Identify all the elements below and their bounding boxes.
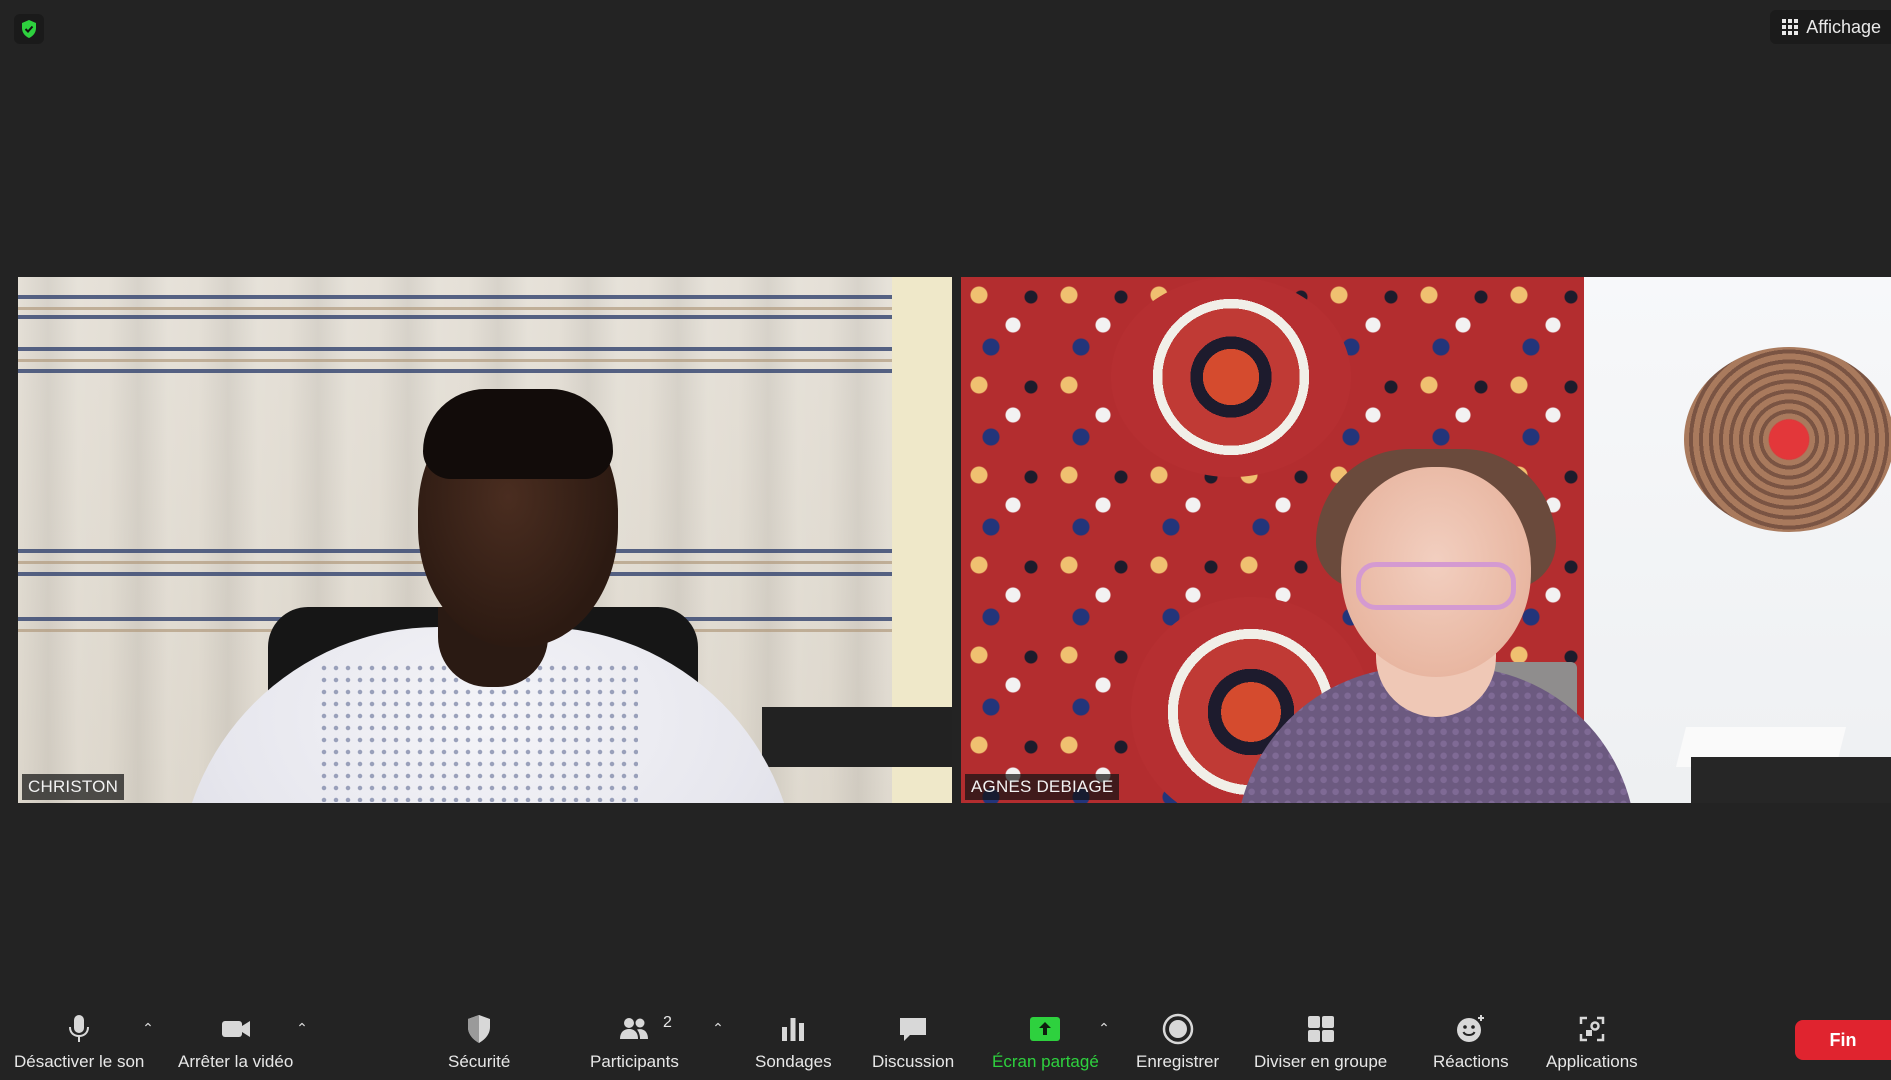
apps-icon: [1579, 1016, 1605, 1042]
meeting-window: Affichage CHRISTON AGNES DEBIAGE Désacti…: [0, 0, 1891, 1080]
meeting-toolbar: Désactiver le son ⌃ Arrêter la vidéo ⌃ S…: [0, 984, 1891, 1080]
grid-view-icon: [1782, 19, 1799, 35]
security-button[interactable]: Sécurité: [448, 1012, 510, 1072]
participants-icon: [620, 1018, 649, 1039]
video-tile-christon[interactable]: CHRISTON: [18, 277, 952, 803]
wall-basket-decor: [1684, 347, 1891, 532]
polls-button[interactable]: Sondages: [755, 1012, 832, 1072]
apps-button[interactable]: Applications: [1546, 1012, 1638, 1072]
participant-name-tag: AGNES DEBIAGE: [965, 774, 1120, 800]
video-options-chevron-up-icon[interactable]: ⌃: [294, 1020, 310, 1036]
chat-bubble-icon: [900, 1018, 927, 1041]
video-tile-agnes-debiage[interactable]: AGNES DEBIAGE: [961, 277, 1891, 803]
breakout-rooms-grid-icon: [1307, 1016, 1334, 1042]
share-screen-button[interactable]: Écran partagé: [992, 1012, 1099, 1072]
participants-options-chevron-up-icon[interactable]: ⌃: [710, 1020, 726, 1036]
shield-check-icon: [22, 20, 36, 38]
breakout-rooms-button[interactable]: Diviser en groupe: [1254, 1012, 1387, 1072]
participants-count-badge: 2: [663, 1014, 672, 1031]
video-camera-icon: [221, 1021, 250, 1037]
microphone-icon: [69, 1015, 90, 1042]
bar-chart-icon: [782, 1018, 805, 1041]
view-label: Affichage: [1806, 16, 1881, 37]
record-icon: [1162, 1013, 1193, 1045]
audio-options-chevron-up-icon[interactable]: ⌃: [140, 1020, 156, 1036]
emoji-smile-icon: [1456, 1015, 1484, 1042]
share-options-chevron-up-icon[interactable]: ⌃: [1096, 1020, 1112, 1036]
record-button[interactable]: Enregistrer: [1136, 1012, 1219, 1072]
shield-icon: [468, 1015, 491, 1043]
participant-name-tag: CHRISTON: [22, 774, 125, 800]
encryption-badge[interactable]: [14, 14, 44, 44]
view-button[interactable]: Affichage: [1770, 10, 1891, 44]
reactions-button[interactable]: Réactions: [1433, 1012, 1509, 1072]
stop-video-button[interactable]: Arrêter la vidéo: [178, 1012, 293, 1072]
mute-button[interactable]: Désactiver le son: [14, 1012, 144, 1072]
chat-button[interactable]: Discussion: [872, 1012, 954, 1072]
share-screen-icon: [1030, 1017, 1061, 1041]
end-meeting-button[interactable]: Fin: [1795, 1020, 1891, 1060]
